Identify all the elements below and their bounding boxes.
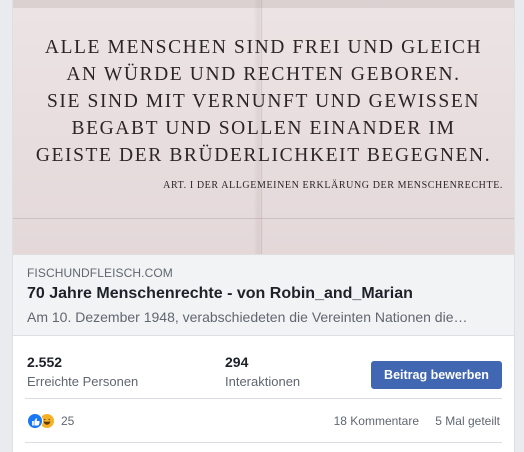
reach-label: Erreichte Personen [27, 374, 139, 389]
engagement-value: 294 [225, 354, 249, 370]
reactions-bar: 25 18 Kommentare 5 Mal geteilt [13, 405, 514, 435]
inscription-line: SIE SIND MIT VERNUNFT UND GEWISSEN [46, 91, 481, 112]
post-image[interactable]: ALLE MENSCHEN SIND FREI UND GLEICH AN WÜ… [13, 0, 514, 254]
comments-count[interactable]: 18 Kommentare [334, 414, 419, 428]
inscription-text: ALLE MENSCHEN SIND FREI UND GLEICH AN WÜ… [13, 34, 514, 169]
inscription-line: GEISTE DER BRÜDERLICHKEIT BEGEGNEN. [35, 145, 492, 166]
reaction-icons[interactable] [27, 413, 57, 429]
inscription-line: BEGABT UND SOLLEN EINANDER IM [71, 118, 456, 139]
inscription-line: AN WÜRDE UND RECHTEN GEBOREN. [66, 64, 461, 85]
divider [25, 442, 502, 443]
stone-seam-horizontal [13, 218, 514, 219]
link-title[interactable]: 70 Jahre Menschenrechte - von Robin_and_… [27, 285, 413, 303]
reaction-count[interactable]: 25 [61, 414, 74, 428]
post-card: ALLE MENSCHEN SIND FREI UND GLEICH AN WÜ… [12, 0, 515, 452]
engagement-label: Interaktionen [225, 374, 301, 389]
reach-stat[interactable]: 2.552 Erreichte Personen [27, 354, 138, 389]
link-preview[interactable]: FISCHUNDFLEISCH.COM 70 Jahre Menschenrec… [13, 254, 514, 336]
inscription-line: ALLE MENSCHEN SIND FREI UND GLEICH [44, 37, 483, 58]
shares-count[interactable]: 5 Mal geteilt [435, 414, 500, 428]
like-icon [27, 413, 43, 429]
stone-top-edge [13, 0, 514, 8]
boost-post-button[interactable]: Beitrag bewerben [371, 361, 502, 389]
engagement-stat[interactable]: 294 Interaktionen [225, 354, 300, 389]
link-description: Am 10. Dezember 1948, verabschiedeten di… [27, 309, 468, 325]
post-insights: 2.552 Erreichte Personen 294 Interaktion… [13, 336, 514, 398]
reach-value: 2.552 [27, 354, 63, 370]
inscription-caption: ART. I DER ALLGEMEINEN ERKLÄRUNG DER MEN… [163, 180, 503, 191]
link-domain: FISCHUNDFLEISCH.COM [27, 266, 173, 280]
divider [25, 398, 502, 399]
